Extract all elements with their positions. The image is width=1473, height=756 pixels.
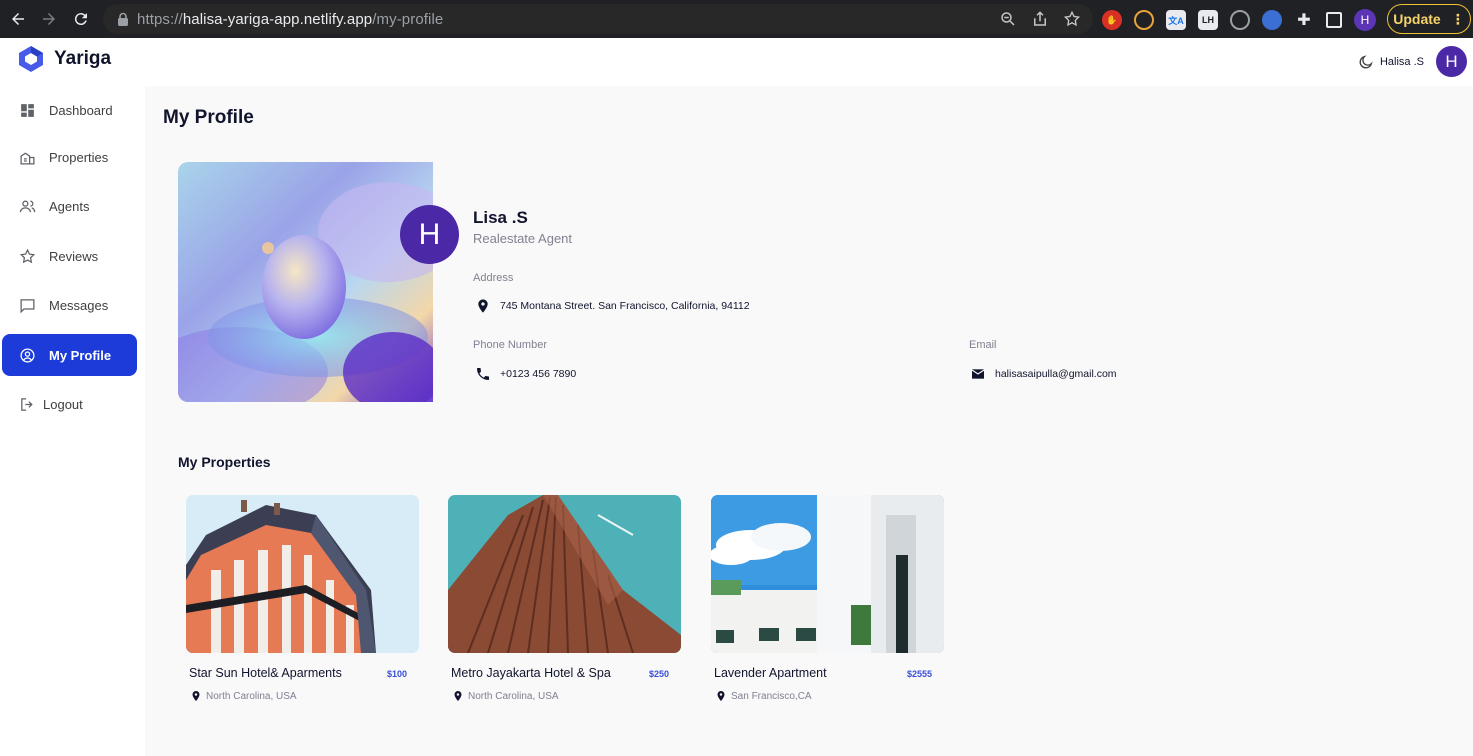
browser-toolbar: https://halisa-yariga-app.netlify.app/my… <box>0 0 1473 38</box>
profile-icon <box>20 347 35 363</box>
property-card[interactable]: Lavender Apartment $2555 San Francisco,C… <box>711 495 944 702</box>
location-pin-icon <box>478 299 488 313</box>
profile-avatar: H <box>400 205 459 264</box>
address-text: 745 Montana Street. San Francisco, Calif… <box>500 300 750 312</box>
ext-stop-icon[interactable]: ✋ <box>1102 10 1122 30</box>
property-location: North Carolina, USA <box>452 690 559 702</box>
sidebar-item-label: Logout <box>43 396 83 412</box>
sidebar-item-label: Dashboard <box>49 102 113 118</box>
lock-icon <box>118 12 128 26</box>
zoom-icon[interactable] <box>999 10 1017 28</box>
sidebar-item-properties[interactable]: Properties <box>2 136 137 178</box>
property-image-star-sun-hotel <box>186 495 419 653</box>
browser-profile-avatar[interactable]: H <box>1354 9 1376 31</box>
side-panel-icon[interactable] <box>1326 12 1342 28</box>
sidebar-item-label: Messages <box>49 297 109 313</box>
ext-target-icon[interactable] <box>1230 10 1250 30</box>
property-image-lavender-apartment <box>711 495 944 653</box>
property-title: Metro Jayakarta Hotel & Spa <box>451 666 611 680</box>
property-card[interactable]: Star Sun Hotel& Aparments $100 North Car… <box>186 495 419 702</box>
property-location: San Francisco,CA <box>715 690 812 702</box>
profile-role: Realestate Agent <box>473 231 573 246</box>
logout-icon <box>21 397 33 411</box>
property-title: Star Sun Hotel& Aparments <box>189 666 342 680</box>
sidebar-item-logout[interactable]: Logout <box>2 383 137 425</box>
sidebar: Dashboard Properties Agents Reviews Mess… <box>0 86 145 756</box>
ext-lighthouse-icon[interactable]: LH <box>1198 10 1218 30</box>
email-text: halisasaipulla@gmail.com <box>995 368 1117 380</box>
address-bar[interactable]: https://halisa-yariga-app.netlify.app/my… <box>103 4 1093 34</box>
location-pin-icon <box>454 691 462 701</box>
ext-search-icon[interactable] <box>1134 10 1154 30</box>
sidebar-item-label: Properties <box>49 149 109 165</box>
header-user-name: Halisa .S <box>1379 55 1424 68</box>
phone-label: Phone Number <box>473 339 547 351</box>
url-text: https://halisa-yariga-app.netlify.app/my… <box>137 10 444 28</box>
agents-icon <box>19 200 36 212</box>
share-icon[interactable] <box>1031 10 1049 28</box>
app-header: Yariga Halisa .S H <box>0 38 1473 86</box>
message-icon <box>20 298 35 313</box>
sidebar-item-label: My Profile <box>49 347 112 363</box>
logo[interactable]: Yariga <box>16 44 111 74</box>
mail-icon <box>971 369 985 379</box>
sidebar-item-messages[interactable]: Messages <box>2 284 137 326</box>
profile-name: Lisa .S <box>473 208 528 227</box>
location-pin-icon <box>717 691 725 701</box>
phone-text: +0123 456 7890 <box>500 368 577 380</box>
sidebar-item-label: Agents <box>49 198 90 214</box>
header-avatar[interactable]: H <box>1436 46 1467 77</box>
phone-value: +0123 456 7890 <box>475 366 576 382</box>
address-label: Address <box>473 272 514 284</box>
property-title: Lavender Apartment <box>714 666 827 680</box>
property-location-text: San Francisco,CA <box>731 690 812 702</box>
property-image-metro-jayakarta <box>448 495 681 653</box>
sidebar-item-dashboard[interactable]: Dashboard <box>2 89 137 131</box>
ext-shield-icon[interactable] <box>1262 10 1282 30</box>
properties-icon <box>20 151 35 165</box>
back-icon[interactable] <box>6 7 30 31</box>
property-location: North Carolina, USA <box>190 690 297 702</box>
update-button[interactable]: Update ⋮ <box>1387 4 1471 34</box>
star-icon <box>19 248 36 263</box>
sidebar-item-my-profile[interactable]: My Profile <box>2 334 137 376</box>
extensions-puzzle-icon[interactable]: ✚ <box>1294 10 1314 30</box>
ext-translate-icon[interactable]: 文A <box>1166 10 1186 30</box>
email-label: Email <box>969 339 997 351</box>
more-menu-icon: ⋮ <box>1450 10 1465 27</box>
profile-cover-image <box>178 162 433 402</box>
page-title: My Profile <box>163 107 254 128</box>
address-value: 745 Montana Street. San Francisco, Calif… <box>475 298 750 314</box>
property-card[interactable]: Metro Jayakarta Hotel & Spa $250 North C… <box>448 495 681 702</box>
sidebar-item-reviews[interactable]: Reviews <box>2 235 137 277</box>
sidebar-item-agents[interactable]: Agents <box>2 185 137 227</box>
my-properties-title: My Properties <box>178 454 271 470</box>
update-label: Update <box>1393 11 1441 27</box>
bookmark-star-icon[interactable] <box>1063 10 1081 28</box>
property-location-text: North Carolina, USA <box>468 690 559 702</box>
reload-icon[interactable] <box>69 7 93 31</box>
forward-icon[interactable] <box>37 7 61 31</box>
phone-icon <box>477 368 489 380</box>
email-value: halisasaipulla@gmail.com <box>970 366 1117 382</box>
property-price: $2555 <box>906 669 932 679</box>
property-price: $100 <box>386 669 407 679</box>
property-location-text: North Carolina, USA <box>206 690 297 702</box>
dark-mode-toggle-icon[interactable] <box>1358 54 1374 70</box>
main-content: My Profile H Lisa .S Realestate Agent Ad… <box>145 86 1473 756</box>
yariga-logo-icon <box>19 46 43 72</box>
app-name: Yariga <box>54 48 112 69</box>
location-pin-icon <box>192 691 200 701</box>
dashboard-icon <box>21 103 34 117</box>
sidebar-item-label: Reviews <box>49 248 99 264</box>
property-price: $250 <box>648 669 669 679</box>
